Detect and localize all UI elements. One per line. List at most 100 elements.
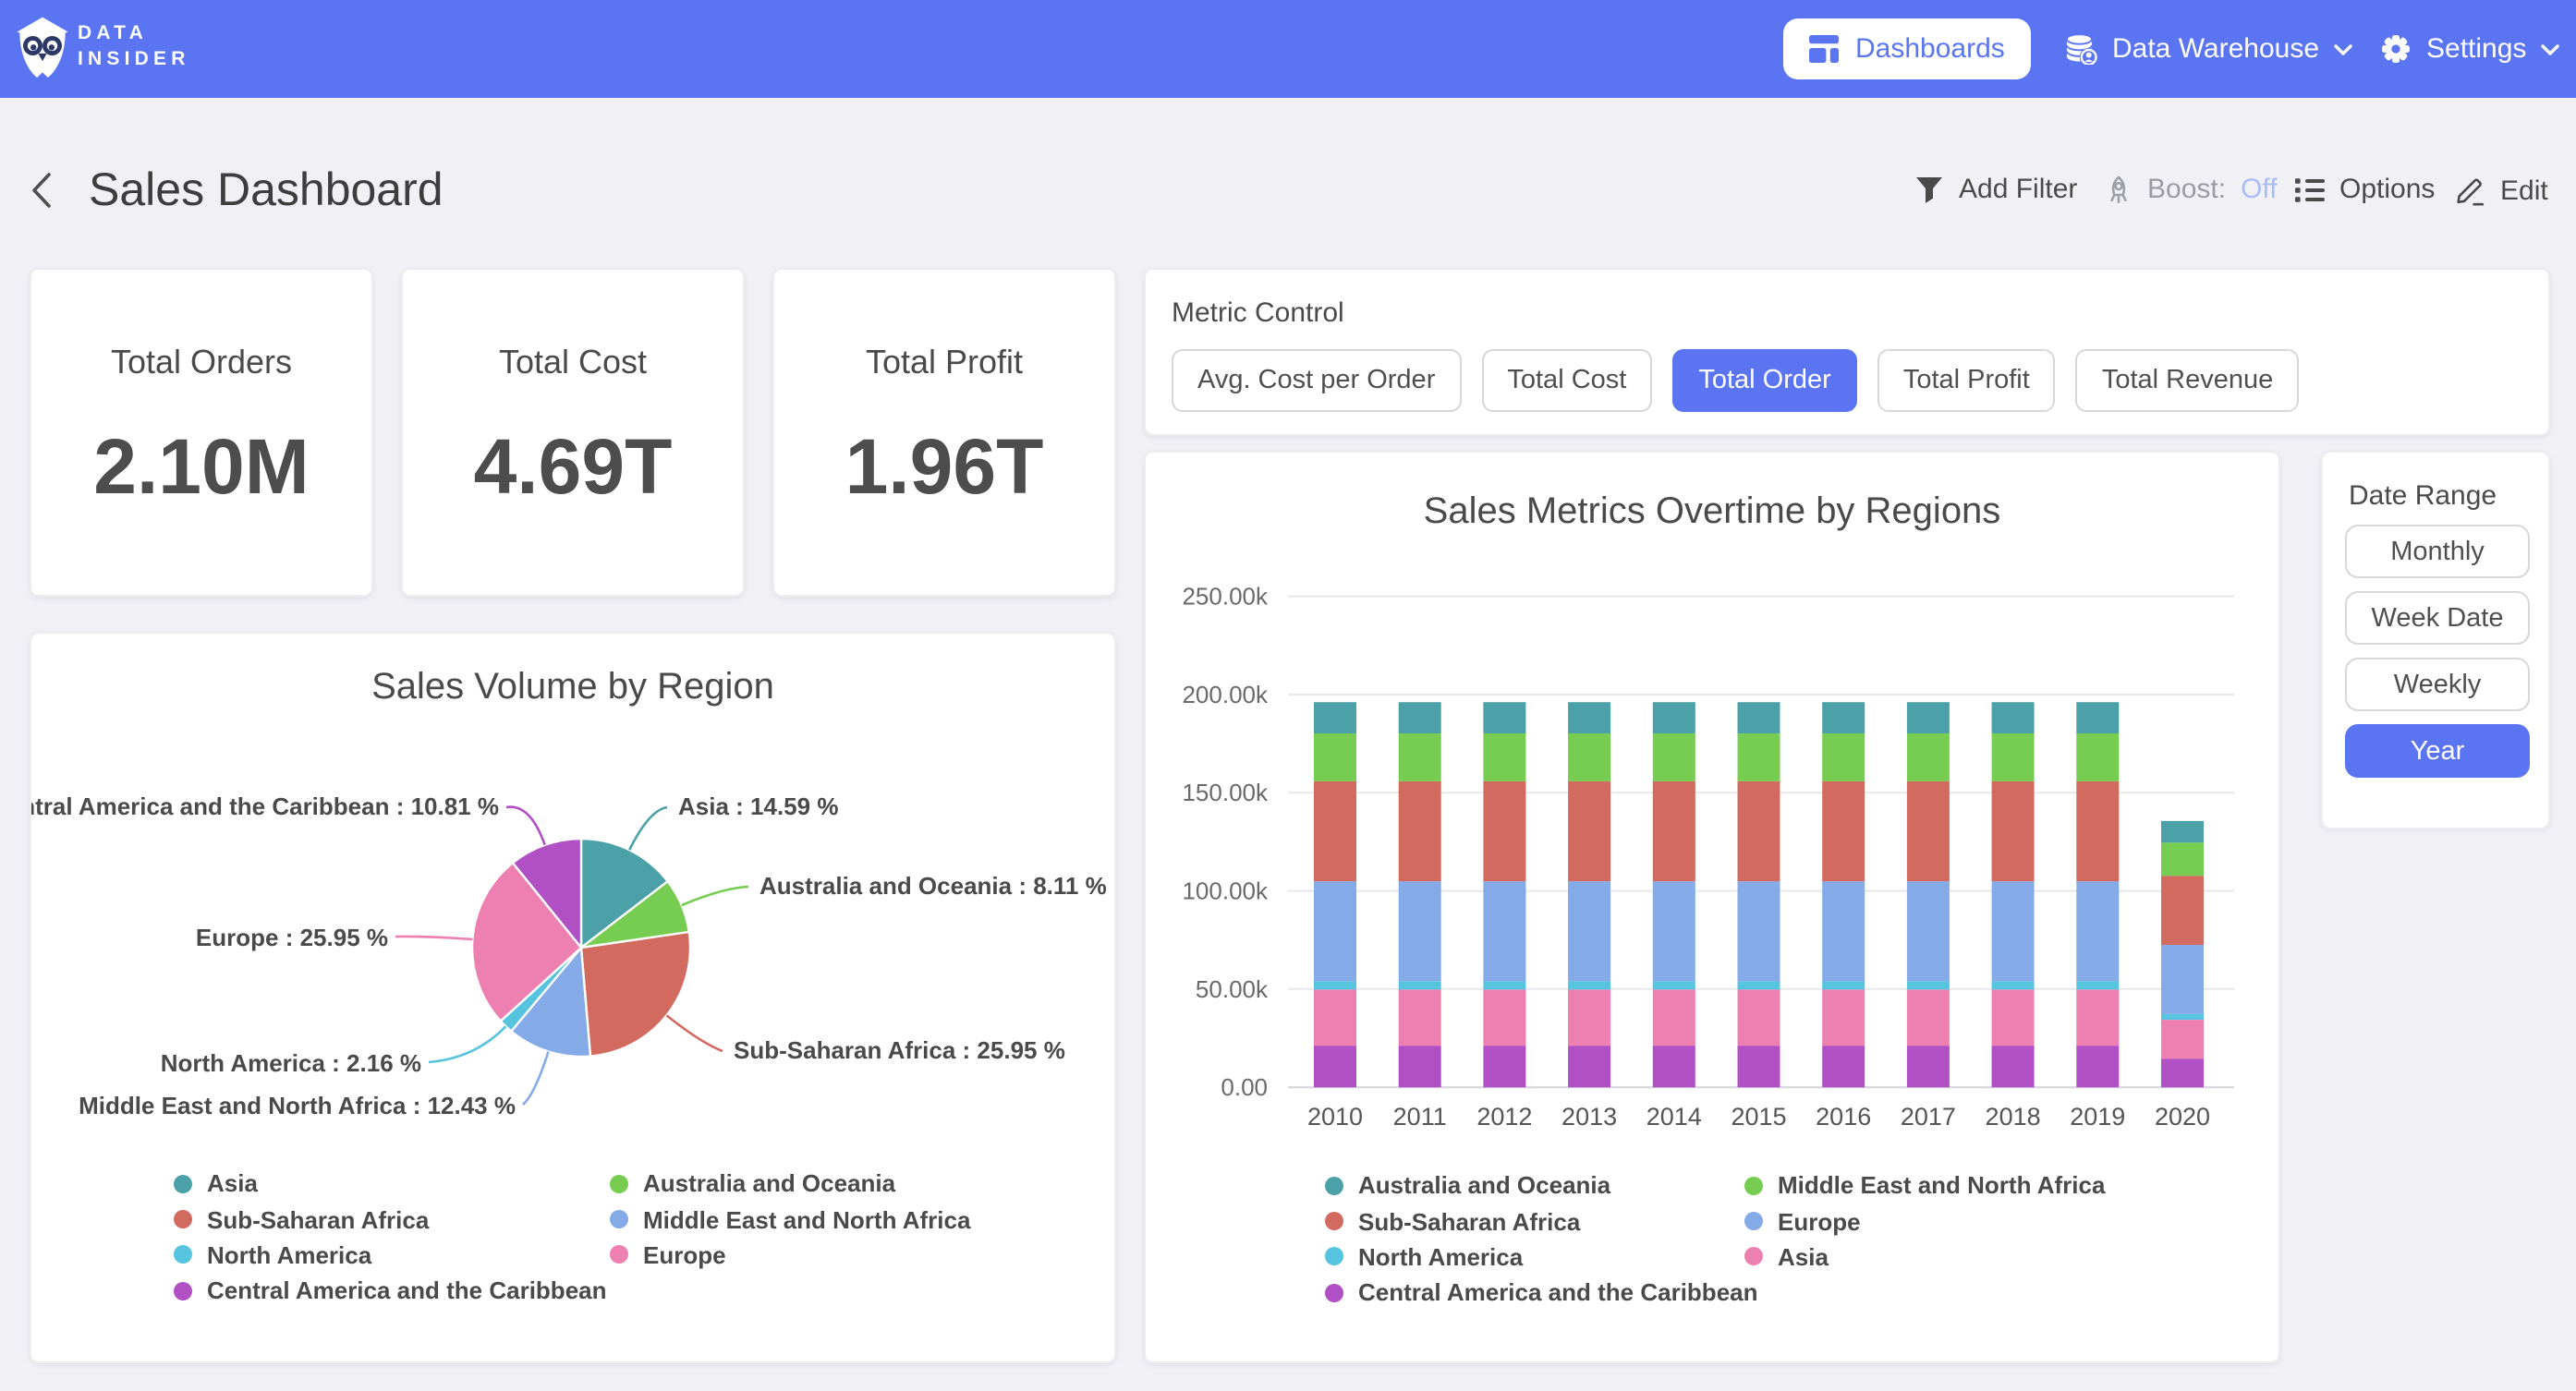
- bar-segment-2012-central-america-and-the-caribbean[interactable]: [1483, 1046, 1525, 1087]
- bar-segment-2014-asia[interactable]: [1653, 989, 1695, 1046]
- legend-item-middle-east-and-north-africa[interactable]: Middle East and North Africa: [610, 1205, 970, 1233]
- bar-segment-2015-asia[interactable]: [1738, 989, 1780, 1046]
- bar-segment-2011-north-america[interactable]: [1399, 981, 1441, 989]
- bar-segment-2010-north-america[interactable]: [1314, 981, 1356, 989]
- metric-option-avg-cost-per-order[interactable]: Avg. Cost per Order: [1172, 349, 1461, 412]
- metric-option-total-cost[interactable]: Total Cost: [1481, 349, 1652, 412]
- bar-segment-2013-europe[interactable]: [1568, 881, 1610, 981]
- bar-segment-2017-sub-saharan-africa[interactable]: [1907, 781, 1950, 881]
- bar-segment-2016-europe[interactable]: [1822, 881, 1865, 981]
- bar-segment-2014-central-america-and-the-caribbean[interactable]: [1653, 1046, 1695, 1087]
- bar-segment-2014-north-america[interactable]: [1653, 981, 1695, 989]
- bar-segment-2011-europe[interactable]: [1399, 881, 1441, 981]
- metric-option-total-profit[interactable]: Total Profit: [1877, 349, 2056, 412]
- bar-segment-2018-north-america[interactable]: [1992, 981, 2035, 989]
- bar-segment-2013-asia[interactable]: [1568, 989, 1610, 1046]
- bar-segment-2010-middle-east-and-north-africa[interactable]: [1314, 733, 1356, 781]
- legend-item-central-america-and-the-caribbean[interactable]: Central America and the Caribbean: [1325, 1279, 1744, 1307]
- bar-segment-2013-middle-east-and-north-africa[interactable]: [1568, 733, 1610, 781]
- bar-segment-2012-middle-east-and-north-africa[interactable]: [1483, 733, 1525, 781]
- bar-segment-2016-central-america-and-the-caribbean[interactable]: [1822, 1046, 1865, 1087]
- bar-segment-2020-middle-east-and-north-africa[interactable]: [2161, 842, 2204, 876]
- bar-segment-2011-sub-saharan-africa[interactable]: [1399, 781, 1441, 881]
- bar-segment-2019-asia[interactable]: [2076, 989, 2119, 1046]
- bar-segment-2017-central-america-and-the-caribbean[interactable]: [1907, 1046, 1950, 1087]
- bar-segment-2010-asia[interactable]: [1314, 989, 1356, 1046]
- bar-segment-2016-north-america[interactable]: [1822, 981, 1865, 989]
- bar-segment-2020-australia-and-oceania[interactable]: [2161, 821, 2204, 842]
- legend-item-europe[interactable]: Europe: [610, 1241, 970, 1269]
- bar-segment-2015-north-america[interactable]: [1738, 981, 1780, 989]
- bar-segment-2016-middle-east-and-north-africa[interactable]: [1822, 733, 1865, 781]
- date-range-option-weekly[interactable]: Weekly: [2345, 658, 2530, 711]
- bar-segment-2014-europe[interactable]: [1653, 881, 1695, 981]
- legend-item-asia[interactable]: Asia: [1744, 1243, 2105, 1271]
- bar-segment-2011-central-america-and-the-caribbean[interactable]: [1399, 1046, 1441, 1087]
- bar-segment-2018-central-america-and-the-caribbean[interactable]: [1992, 1046, 2035, 1087]
- bar-segment-2018-sub-saharan-africa[interactable]: [1992, 781, 2035, 881]
- bar-segment-2016-australia-and-oceania[interactable]: [1822, 702, 1865, 733]
- metric-option-total-order[interactable]: Total Order: [1672, 349, 1856, 412]
- bar-segment-2015-middle-east-and-north-africa[interactable]: [1738, 733, 1780, 781]
- bar-segment-2017-australia-and-oceania[interactable]: [1907, 702, 1950, 733]
- bar-segment-2013-north-america[interactable]: [1568, 981, 1610, 989]
- bar-segment-2010-australia-and-oceania[interactable]: [1314, 702, 1356, 733]
- bar-segment-2020-sub-saharan-africa[interactable]: [2161, 876, 2204, 945]
- bar-segment-2017-north-america[interactable]: [1907, 981, 1950, 989]
- nav-item-dashboards[interactable]: Dashboards: [1783, 18, 2031, 79]
- bar-segment-2020-north-america[interactable]: [2161, 1014, 2204, 1020]
- bar-segment-2015-sub-saharan-africa[interactable]: [1738, 781, 1780, 881]
- bar-segment-2013-sub-saharan-africa[interactable]: [1568, 781, 1610, 881]
- bar-segment-2017-europe[interactable]: [1907, 881, 1950, 981]
- bar-segment-2015-australia-and-oceania[interactable]: [1738, 702, 1780, 733]
- bar-segment-2016-sub-saharan-africa[interactable]: [1822, 781, 1865, 881]
- bar-segment-2015-europe[interactable]: [1738, 881, 1780, 981]
- options-button[interactable]: Options: [2295, 174, 2435, 205]
- bar-segment-2013-central-america-and-the-caribbean[interactable]: [1568, 1046, 1610, 1087]
- bar-segment-2019-middle-east-and-north-africa[interactable]: [2076, 733, 2119, 781]
- bar-segment-2015-central-america-and-the-caribbean[interactable]: [1738, 1046, 1780, 1087]
- legend-item-australia-and-oceania[interactable]: Australia and Oceania: [610, 1169, 970, 1197]
- bar-segment-2019-sub-saharan-africa[interactable]: [2076, 781, 2119, 881]
- bar-segment-2019-europe[interactable]: [2076, 881, 2119, 981]
- bar-segment-2020-asia[interactable]: [2161, 1020, 2204, 1058]
- legend-item-sub-saharan-africa[interactable]: Sub-Saharan Africa: [174, 1205, 610, 1233]
- bar-segment-2012-australia-and-oceania[interactable]: [1483, 702, 1525, 733]
- edit-button[interactable]: Edit: [2454, 174, 2548, 207]
- bar-segment-2013-australia-and-oceania[interactable]: [1568, 702, 1610, 733]
- bar-segment-2010-sub-saharan-africa[interactable]: [1314, 781, 1356, 881]
- date-range-option-monthly[interactable]: Monthly: [2345, 525, 2530, 578]
- bar-segment-2018-europe[interactable]: [1992, 881, 2035, 981]
- bar-segment-2019-north-america[interactable]: [2076, 981, 2119, 989]
- bar-segment-2017-asia[interactable]: [1907, 989, 1950, 1046]
- bar-segment-2012-asia[interactable]: [1483, 989, 1525, 1046]
- boost-toggle[interactable]: Boost: Off: [2105, 174, 2278, 205]
- legend-item-sub-saharan-africa[interactable]: Sub-Saharan Africa: [1325, 1207, 1744, 1235]
- bar-segment-2017-middle-east-and-north-africa[interactable]: [1907, 733, 1950, 781]
- legend-item-middle-east-and-north-africa[interactable]: Middle East and North Africa: [1744, 1171, 2105, 1199]
- bar-segment-2018-asia[interactable]: [1992, 989, 2035, 1046]
- add-filter-button[interactable]: Add Filter: [1914, 174, 2077, 205]
- bar-segment-2014-sub-saharan-africa[interactable]: [1653, 781, 1695, 881]
- bar-segment-2012-sub-saharan-africa[interactable]: [1483, 781, 1525, 881]
- bar-segment-2020-central-america-and-the-caribbean[interactable]: [2161, 1058, 2204, 1087]
- legend-item-australia-and-oceania[interactable]: Australia and Oceania: [1325, 1171, 1744, 1199]
- bar-segment-2018-australia-and-oceania[interactable]: [1992, 702, 2035, 733]
- bar-segment-2016-asia[interactable]: [1822, 989, 1865, 1046]
- bar-segment-2012-north-america[interactable]: [1483, 981, 1525, 989]
- bar-segment-2020-europe[interactable]: [2161, 945, 2204, 1014]
- date-range-option-week-date[interactable]: Week Date: [2345, 591, 2530, 645]
- bar-segment-2014-middle-east-and-north-africa[interactable]: [1653, 733, 1695, 781]
- bar-segment-2010-europe[interactable]: [1314, 881, 1356, 981]
- legend-item-north-america[interactable]: North America: [174, 1241, 610, 1269]
- date-range-option-year[interactable]: Year: [2345, 724, 2530, 778]
- nav-item-data-warehouse[interactable]: Data Warehouse: [2064, 0, 2352, 98]
- legend-item-asia[interactable]: Asia: [174, 1169, 610, 1197]
- bar-segment-2014-australia-and-oceania[interactable]: [1653, 702, 1695, 733]
- legend-item-central-america-and-the-caribbean[interactable]: Central America and the Caribbean: [174, 1277, 610, 1305]
- bar-segment-2018-middle-east-and-north-africa[interactable]: [1992, 733, 2035, 781]
- bar-segment-2011-australia-and-oceania[interactable]: [1399, 702, 1441, 733]
- bar-segment-2010-central-america-and-the-caribbean[interactable]: [1314, 1046, 1356, 1087]
- bar-segment-2019-australia-and-oceania[interactable]: [2076, 702, 2119, 733]
- pie-slice-sub-saharan-africa[interactable]: [581, 932, 690, 1057]
